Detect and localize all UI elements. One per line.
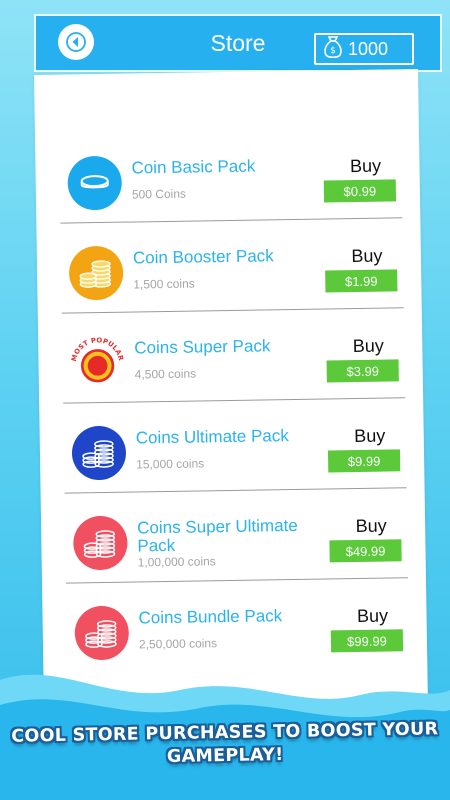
pack-row-basic: Coin Basic Pack 500 Coins Buy $0.99 — [59, 149, 403, 236]
buy-label[interactable]: Buy — [331, 245, 403, 267]
price-button[interactable]: $9.99 — [327, 449, 401, 473]
price-button[interactable]: $49.99 — [329, 539, 402, 563]
pack-name: Coins Super Ultimate Pack — [137, 515, 298, 556]
buy-label[interactable]: Buy — [329, 155, 401, 177]
pack-coin-count: 1,500 coins — [133, 276, 195, 292]
single-coin-icon — [67, 155, 123, 211]
price-button[interactable]: $3.99 — [326, 359, 399, 383]
promo-banner: COOL STORE PURCHASES TO BOOST YOUR GAMEP… — [0, 718, 450, 772]
pack-coin-count: 500 Coins — [131, 186, 187, 202]
pack-name: Coins Super Pack — [134, 336, 271, 358]
row-divider — [60, 217, 403, 224]
pack-row-ultimate: Coins Ultimate Pack 15,000 coins Buy $9.… — [64, 419, 407, 506]
price-button[interactable]: $99.99 — [330, 629, 404, 653]
pack-row-super: MOST POPULAR Coins Super Pack 4,500 coin… — [62, 329, 406, 416]
row-divider — [66, 577, 408, 584]
coin-stacks-icon — [72, 515, 128, 571]
price-button[interactable]: $0.99 — [323, 179, 397, 203]
row-divider — [61, 307, 404, 314]
row-divider — [64, 487, 407, 494]
buy-label[interactable]: Buy — [334, 425, 406, 447]
pack-coin-count: 15,000 coins — [136, 456, 205, 472]
money-bag-icon: $ — [322, 35, 344, 64]
coin-stacks-icon — [68, 245, 124, 301]
pack-row-booster: Coin Booster Pack 1,500 coins Buy $1.99 — [61, 239, 404, 326]
coin-balance: $ 1000 — [314, 33, 414, 65]
store-header: Store $ 1000 — [34, 14, 442, 72]
pack-coin-count: 1,00,000 coins — [137, 554, 216, 570]
pack-name: Coin Booster Pack — [132, 246, 274, 268]
pack-name: Coins Bundle Pack — [138, 606, 283, 628]
coin-stacks-icon — [71, 425, 127, 481]
balance-value: 1000 — [348, 38, 389, 59]
pack-row-super-ultimate: Coins Super Ultimate Pack 1,00,000 coins… — [65, 509, 408, 596]
pack-name: Coin Basic Pack — [131, 156, 256, 178]
pack-coin-count: 4,500 coins — [134, 366, 197, 382]
row-divider — [63, 397, 406, 404]
buy-label[interactable]: Buy — [336, 605, 408, 627]
buy-label[interactable]: Buy — [332, 335, 404, 357]
pack-name: Coins Ultimate Pack — [135, 426, 289, 448]
store-screen: Store $ 1000 Coin Basic Pack 500 Coins B… — [0, 0, 450, 800]
price-button[interactable]: $1.99 — [325, 269, 398, 293]
most-popular-badge-icon: MOST POPULAR — [70, 336, 125, 391]
svg-text:$: $ — [330, 46, 336, 56]
buy-label[interactable]: Buy — [335, 515, 407, 537]
